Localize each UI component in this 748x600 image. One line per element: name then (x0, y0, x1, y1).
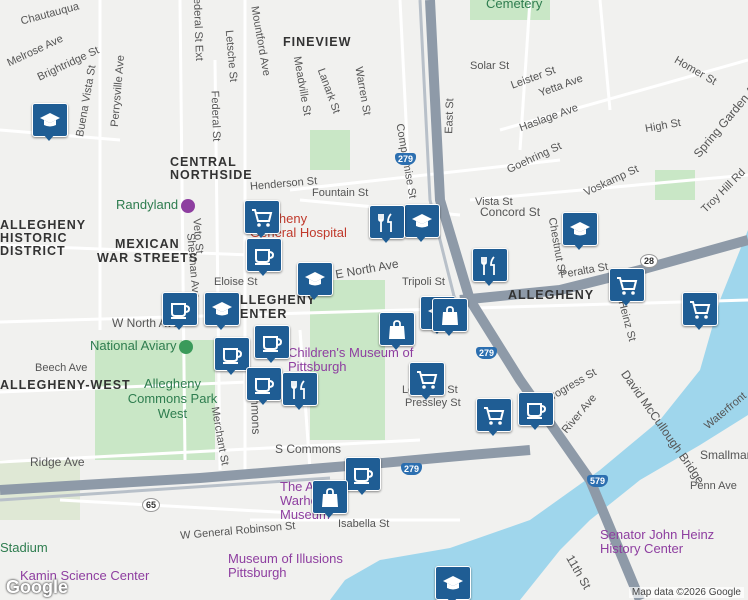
paw-icon (179, 339, 194, 354)
map-marker[interactable] (162, 292, 198, 332)
neighborhood-label: WAR STREETS (97, 251, 199, 265)
neighborhood-label: NORTHSIDE (170, 168, 253, 182)
route-shield: 28 (640, 254, 659, 268)
coffee-icon (263, 336, 283, 352)
map-marker[interactable] (562, 212, 598, 252)
aviary-label[interactable]: National Aviary (90, 338, 194, 354)
street-label: Penn Ave (690, 480, 737, 492)
shopping-cart-icon (484, 407, 505, 425)
neighborhood-label: CENTRAL (170, 155, 237, 169)
street-label: East St (443, 98, 457, 134)
school-icon (40, 113, 60, 127)
interstate-shield: 279 (401, 463, 423, 475)
map-marker[interactable] (472, 248, 508, 288)
street-label: Solar St (470, 60, 510, 72)
school-icon (570, 222, 590, 236)
neighborhood-label: MEXICAN (115, 237, 180, 251)
school-icon (212, 302, 232, 316)
shopping-cart-icon (690, 301, 711, 319)
street-label: Concord St (480, 205, 541, 219)
shopping-cart-icon (417, 371, 438, 389)
shopping-bag-icon (322, 488, 338, 507)
shopping-cart-icon (252, 209, 273, 227)
interstate-shield: 279 (395, 153, 417, 165)
map-marker[interactable] (297, 262, 333, 302)
randyland-label[interactable]: Randyland (116, 197, 196, 213)
map-marker[interactable] (246, 367, 282, 407)
map-marker[interactable] (282, 372, 318, 412)
street-label: S Commons (275, 442, 342, 456)
school-icon (412, 214, 432, 228)
map-marker[interactable] (345, 457, 381, 497)
street-label: Ridge Ave (30, 455, 85, 469)
neighborhood-label: HISTORIC (0, 231, 68, 245)
map-marker[interactable] (379, 312, 415, 352)
map-marker[interactable] (32, 103, 68, 143)
cemetery-label: Cemetery (486, 0, 543, 11)
school-icon (305, 272, 325, 286)
map-marker[interactable] (404, 204, 440, 244)
stadium-label[interactable]: Stadium (0, 540, 48, 555)
street-label: Tripoli St (402, 276, 445, 288)
street-label: Federal St (208, 90, 223, 142)
heinz-center-label[interactable]: Senator John Heinz History Center (600, 528, 748, 556)
neighborhood-label: FINEVIEW (283, 35, 352, 49)
map-marker[interactable] (246, 238, 282, 278)
coffee-icon (255, 249, 275, 265)
map-marker[interactable] (254, 325, 290, 365)
shopping-cart-icon (617, 277, 638, 295)
map-marker[interactable] (409, 362, 445, 402)
neighborhood-label: ALLEGHENY-WEST (0, 378, 131, 392)
map-marker[interactable] (682, 292, 718, 332)
restaurant-icon (378, 213, 392, 232)
school-icon (443, 576, 463, 590)
neighborhood-label: ALLEGHENY (508, 288, 595, 302)
map-marker[interactable] (204, 292, 240, 332)
map-marker[interactable] (312, 480, 348, 520)
shopping-bag-icon (389, 320, 405, 339)
coffee-icon (354, 468, 374, 484)
street-label: Fountain St (312, 187, 369, 199)
map-canvas[interactable]: FINEVIEW CENTRAL NORTHSIDE MEXICAN WAR S… (0, 0, 748, 600)
restaurant-icon (481, 256, 495, 275)
coffee-icon (255, 378, 275, 394)
map-marker[interactable] (432, 298, 468, 338)
coffee-icon (527, 403, 547, 419)
map-attribution: Map data ©2026 Google (628, 587, 744, 598)
coffee-icon (171, 303, 191, 319)
google-logo: Google (6, 577, 68, 597)
coffee-icon (223, 348, 243, 364)
map-marker[interactable] (214, 337, 250, 377)
map-marker[interactable] (476, 398, 512, 438)
map-marker[interactable] (518, 392, 554, 432)
shopping-bag-icon (442, 306, 458, 325)
interstate-shield: 579 (587, 475, 609, 487)
commons-park-label[interactable]: Allegheny Commons Park West (125, 376, 220, 421)
map-marker[interactable] (244, 200, 280, 240)
interstate-shield: 279 (476, 347, 498, 359)
map-marker[interactable] (369, 205, 405, 245)
restaurant-icon (291, 380, 305, 399)
street-label: Beech Ave (35, 362, 88, 374)
neighborhood-label: ALLEGHENY (0, 218, 87, 232)
museum-icon (181, 198, 196, 213)
map-marker[interactable] (435, 566, 471, 600)
street-label: Smallman St (700, 448, 748, 462)
route-shield: 65 (142, 498, 161, 512)
street-label: Federal St Ext (190, 0, 206, 62)
illusions-label[interactable]: Museum of Illusions Pittsburgh (228, 552, 358, 580)
neighborhood-label: DISTRICT (0, 244, 66, 258)
map-marker[interactable] (609, 268, 645, 308)
